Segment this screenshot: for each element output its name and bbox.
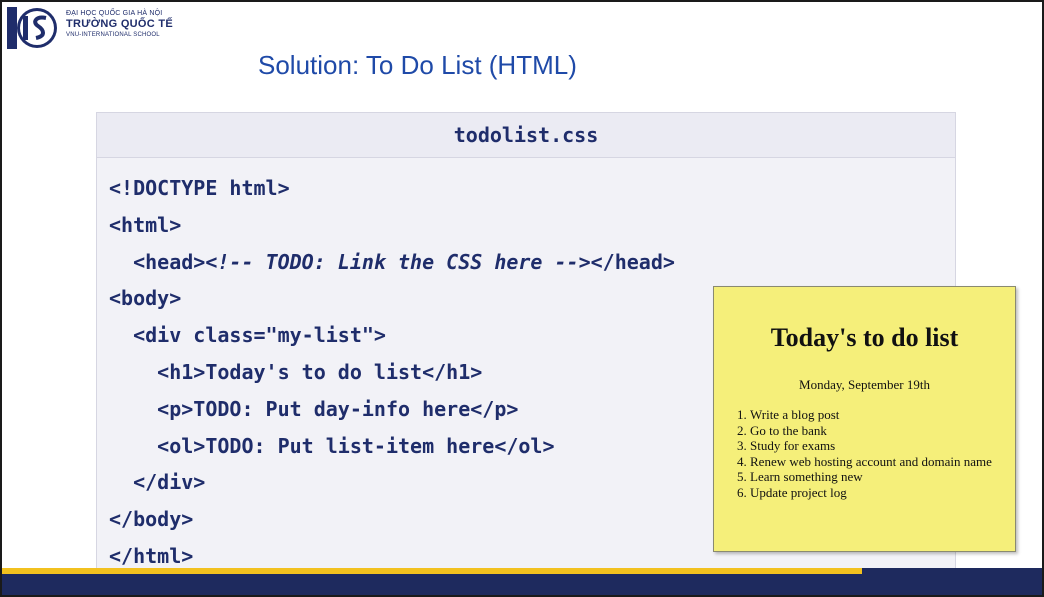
list-item: Renew web hosting account and domain nam…: [750, 454, 1000, 470]
slide: ĐẠI HỌC QUỐC GIA HÀ NỘI TRƯỜNG QUỐC TẾ V…: [0, 0, 1044, 597]
list-item: Go to the bank: [750, 423, 1000, 439]
school-line-1: ĐẠI HỌC QUỐC GIA HÀ NỘI: [66, 10, 163, 17]
school-line-3: VNU-INTERNATIONAL SCHOOL: [66, 32, 160, 38]
code-token: <head>: [109, 249, 206, 274]
preview-list: Write a blog post Go to the bank Study f…: [736, 407, 1000, 501]
school-line-2: TRƯỜNG QUỐC TẾ: [66, 18, 174, 30]
code-token: </head>: [590, 249, 675, 274]
list-item: Update project log: [750, 485, 1000, 501]
slide-title: Solution: To Do List (HTML): [258, 50, 577, 80]
rendered-preview: Today's to do list Monday, September 19t…: [713, 286, 1016, 552]
code-line: <html>: [109, 212, 182, 237]
preview-day-info: Monday, September 19th: [799, 377, 930, 392]
is-logo-icon: [7, 7, 57, 49]
school-name: ĐẠI HỌC QUỐC GIA HÀ NỘI TRƯỜNG QUỐC TẾ V…: [66, 10, 173, 38]
preview-heading: Today's to do list: [770, 323, 959, 352]
code-filename: todolist.css: [97, 113, 955, 158]
code-line: <head><!-- TODO: Link the CSS here --></…: [109, 244, 955, 281]
code-line: <!DOCTYPE html>: [109, 176, 290, 200]
list-item: Write a blog post: [750, 407, 1000, 423]
school-logo: ĐẠI HỌC QUỐC GIA HÀ NỘI TRƯỜNG QUỐC TẾ V…: [6, 6, 173, 50]
footer-accent-bar: [2, 568, 862, 574]
code-comment: <!-- TODO: Link the CSS here -->: [205, 249, 591, 274]
list-item: Learn something new: [750, 469, 1000, 485]
list-item: Study for exams: [750, 438, 1000, 454]
